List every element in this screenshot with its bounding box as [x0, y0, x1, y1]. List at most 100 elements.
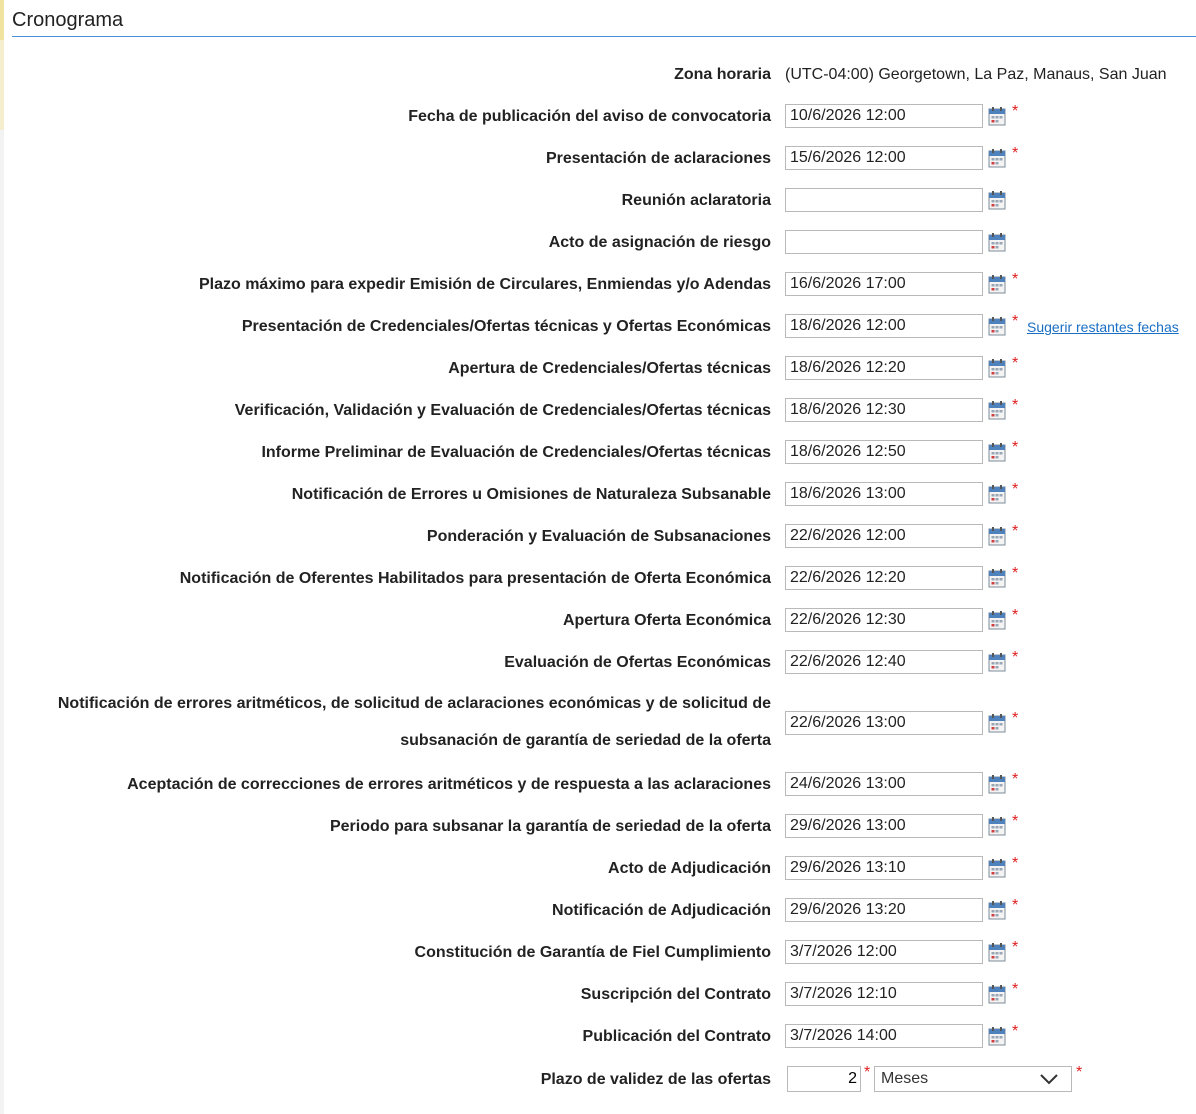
timezone-label: Zona horaria — [674, 66, 771, 83]
field-label: Fecha de publicación del aviso de convoc… — [408, 108, 771, 125]
required-marker: * — [1012, 981, 1019, 998]
calendar-icon[interactable] — [988, 568, 1006, 588]
calendar-icon[interactable] — [988, 858, 1006, 878]
calendar-icon[interactable] — [988, 526, 1006, 546]
required-marker: * — [1012, 771, 1019, 788]
date-input[interactable] — [785, 650, 983, 674]
calendar-icon[interactable] — [988, 400, 1006, 420]
date-input[interactable] — [785, 711, 983, 735]
validity-row: Plazo de validez de las ofertas * Meses … — [0, 1062, 1196, 1104]
required-marker: * — [1012, 939, 1019, 956]
required-marker: * — [1012, 897, 1019, 914]
calendar-icon[interactable] — [988, 1026, 1006, 1046]
calendar-icon[interactable] — [988, 274, 1006, 294]
timezone-value: (UTC-04:00) Georgetown, La Paz, Manaus, … — [785, 66, 1167, 83]
date-input[interactable] — [785, 524, 983, 548]
suggest-dates-link[interactable]: Sugerir restantes fechas — [1027, 306, 1179, 348]
required-marker: * — [1012, 649, 1019, 666]
field-label: Evaluación de Ofertas Económicas — [504, 654, 771, 671]
calendar-icon[interactable] — [988, 942, 1006, 962]
date-input[interactable] — [785, 772, 983, 796]
date-input[interactable] — [785, 398, 983, 422]
calendar-icon[interactable] — [988, 984, 1006, 1004]
schedule-row: Suscripción del Contrato * — [0, 974, 1196, 1016]
date-input[interactable] — [785, 440, 983, 464]
calendar-icon[interactable] — [988, 652, 1006, 672]
calendar-icon[interactable] — [988, 442, 1006, 462]
date-input[interactable] — [785, 608, 983, 632]
schedule-row: Reunión aclaratoria — [0, 180, 1196, 222]
schedule-row: Presentación de aclaraciones * — [0, 138, 1196, 180]
date-input[interactable] — [785, 356, 983, 380]
field-label: Publicación del Contrato — [582, 1028, 771, 1045]
field-label: Periodo para subsanar la garantía de ser… — [329, 818, 771, 835]
date-input[interactable] — [785, 146, 983, 170]
validity-number-input[interactable] — [787, 1066, 861, 1092]
calendar-icon[interactable] — [988, 484, 1006, 504]
date-input[interactable] — [785, 814, 983, 838]
required-marker: * — [1012, 355, 1019, 372]
date-input[interactable] — [785, 314, 983, 338]
field-label: Acto de asignación de riesgo — [548, 234, 771, 251]
date-input[interactable] — [785, 898, 983, 922]
schedule-row: Notificación de Oferentes Habilitados pa… — [0, 558, 1196, 600]
required-marker: * — [1012, 607, 1019, 624]
validity-unit-value: Meses — [881, 1070, 929, 1087]
required-marker: * — [1012, 313, 1019, 330]
field-label: Presentación de aclaraciones — [546, 150, 771, 167]
field-label: Suscripción del Contrato — [580, 986, 771, 1003]
date-input[interactable] — [785, 230, 983, 254]
calendar-icon[interactable] — [988, 358, 1006, 378]
schedule-row: Acto de asignación de riesgo — [0, 222, 1196, 264]
field-label: Apertura Oferta Económica — [562, 612, 771, 629]
schedule-row: Notificación de Adjudicación * — [0, 890, 1196, 932]
required-marker: * — [1012, 397, 1019, 414]
calendar-icon[interactable] — [988, 774, 1006, 794]
date-input[interactable] — [785, 104, 983, 128]
calendar-icon[interactable] — [988, 610, 1006, 630]
validity-unit-select[interactable]: Meses — [874, 1066, 1072, 1092]
chevron-down-icon — [1040, 1074, 1058, 1085]
section-header: Cronograma — [12, 6, 1196, 37]
required-marker: * — [1012, 565, 1019, 582]
calendar-icon[interactable] — [988, 316, 1006, 336]
required-marker: * — [864, 1064, 871, 1081]
field-label: Ponderación y Evaluación de Subsanacione… — [426, 528, 771, 545]
schedule-row: Presentación de Credenciales/Ofertas téc… — [0, 306, 1196, 348]
date-input[interactable] — [785, 856, 983, 880]
date-input[interactable] — [785, 982, 983, 1006]
required-marker: * — [1012, 103, 1019, 120]
field-label: Apertura de Credenciales/Ofertas técnica… — [448, 360, 771, 377]
calendar-icon[interactable] — [988, 232, 1006, 252]
field-label: Notificación de errores aritméticos, de … — [57, 695, 771, 749]
schedule-row: Evaluación de Ofertas Económicas * — [0, 642, 1196, 684]
calendar-icon[interactable] — [988, 713, 1006, 733]
schedule-row: Notificación de errores aritméticos, de … — [0, 694, 1196, 754]
field-label: Plazo máximo para expedir Emisión de Cir… — [198, 276, 771, 293]
calendar-icon[interactable] — [988, 900, 1006, 920]
calendar-icon[interactable] — [988, 106, 1006, 126]
schedule-row: Periodo para subsanar la garantía de ser… — [0, 806, 1196, 848]
field-label: Informe Preliminar de Evaluación de Cred… — [261, 444, 771, 461]
required-marker: * — [1012, 710, 1019, 727]
schedule-row: Informe Preliminar de Evaluación de Cred… — [0, 432, 1196, 474]
date-input[interactable] — [785, 272, 983, 296]
field-label: Acto de Adjudicación — [608, 860, 771, 877]
date-input[interactable] — [785, 1024, 983, 1048]
calendar-icon[interactable] — [988, 816, 1006, 836]
field-label: Notificación de Errores u Omisiones de N… — [291, 486, 771, 503]
required-marker: * — [1012, 813, 1019, 830]
calendar-icon[interactable] — [988, 148, 1006, 168]
schedule-row: Notificación de Errores u Omisiones de N… — [0, 474, 1196, 516]
date-input[interactable] — [785, 482, 983, 506]
schedule-row: Constitución de Garantía de Fiel Cumplim… — [0, 932, 1196, 974]
date-input[interactable] — [785, 188, 983, 212]
calendar-icon[interactable] — [988, 190, 1006, 210]
required-marker: * — [1076, 1064, 1083, 1081]
date-input[interactable] — [785, 566, 983, 590]
required-marker: * — [1012, 481, 1019, 498]
required-marker: * — [1012, 271, 1019, 288]
field-label: Notificación de Adjudicación — [552, 902, 771, 919]
date-input[interactable] — [785, 940, 983, 964]
validity-label: Plazo de validez de las ofertas — [540, 1071, 771, 1088]
